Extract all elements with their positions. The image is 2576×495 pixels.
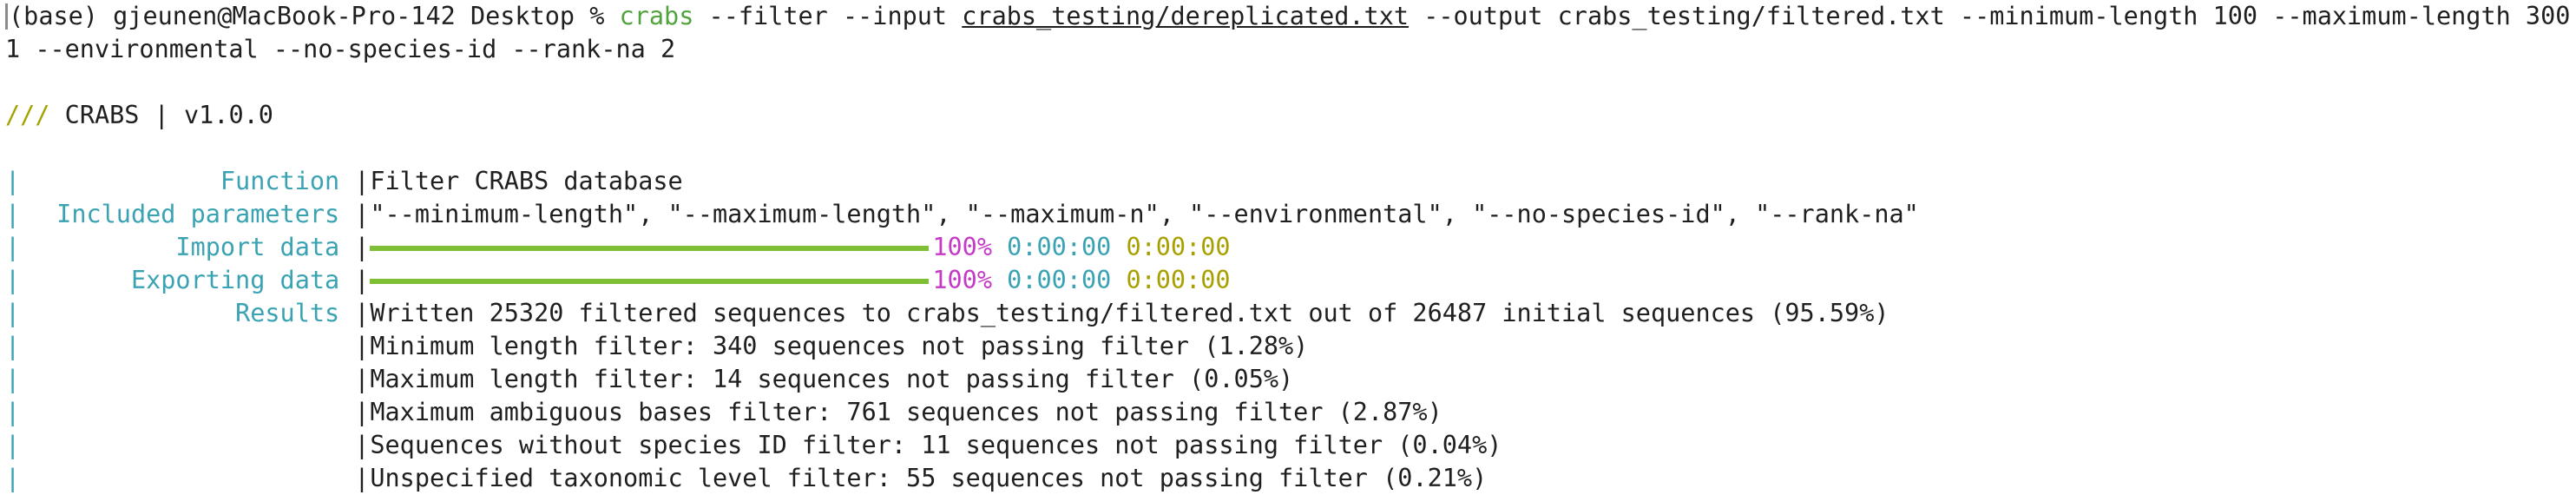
command-args-pre: --filter --input bbox=[708, 2, 948, 30]
import-label: Import data bbox=[175, 233, 340, 261]
row-result-detail: | |Maximum ambiguous bases filter: 761 s… bbox=[5, 396, 2574, 429]
row-marker: | bbox=[5, 431, 21, 459]
row-divider: | bbox=[354, 167, 370, 195]
result-ambiguous-bases: Maximum ambiguous bases filter: 761 sequ… bbox=[370, 398, 1442, 426]
row-divider: | bbox=[354, 299, 370, 327]
banner-separator: | bbox=[154, 101, 169, 129]
export-elapsed: 0:00:00 bbox=[1007, 266, 1112, 294]
row-import: | Import data | 100% 0:00:00 0:00:00 bbox=[5, 231, 2574, 264]
command-name: crabs bbox=[619, 2, 694, 30]
result-summary: Written 25320 filtered sequences to crab… bbox=[370, 299, 1889, 327]
row-divider: | bbox=[354, 431, 370, 459]
params-value: "--minimum-length", "--maximum-length", … bbox=[370, 200, 1919, 228]
row-marker: | bbox=[5, 266, 21, 294]
banner-name: CRABS bbox=[64, 101, 140, 129]
command-line-wrap: 1 --environmental --no-species-id --rank… bbox=[5, 35, 676, 63]
row-marker: | bbox=[5, 200, 21, 228]
row-marker: | bbox=[5, 299, 21, 327]
result-unspecified-rank: Unspecified taxonomic level filter: 55 s… bbox=[370, 464, 1488, 492]
input-file-path[interactable]: crabs_testing/dereplicated.txt bbox=[962, 2, 1409, 30]
prompt-cwd: Desktop bbox=[470, 2, 575, 30]
row-result-detail: | |Minimum length filter: 340 sequences … bbox=[5, 330, 2574, 363]
row-marker: | bbox=[5, 365, 21, 393]
banner-version: v1.0.0 bbox=[183, 101, 273, 129]
banner-slashes: /// bbox=[5, 101, 50, 129]
command-line: (base) gjeunen@MacBook-Pro-142 Desktop %… bbox=[5, 0, 2574, 33]
import-remaining: 0:00:00 bbox=[1126, 233, 1231, 261]
row-marker: | bbox=[5, 464, 21, 492]
row-marker: | bbox=[5, 167, 21, 195]
export-progress-bar bbox=[370, 279, 930, 284]
export-label: Exporting data bbox=[130, 266, 340, 294]
result-no-species-id: Sequences without species ID filter: 11 … bbox=[370, 431, 1502, 459]
row-function: | Function |Filter CRABS database bbox=[5, 165, 2574, 198]
row-divider: | bbox=[354, 233, 370, 261]
row-marker: | bbox=[5, 398, 21, 426]
import-elapsed: 0:00:00 bbox=[1007, 233, 1112, 261]
cursor-marker-icon bbox=[5, 3, 8, 30]
row-result-detail: | |Unspecified taxonomic level filter: 5… bbox=[5, 462, 2574, 495]
row-divider: | bbox=[354, 464, 370, 492]
row-results: | Results |Written 25320 filtered sequenc… bbox=[5, 297, 2574, 330]
row-result-detail: | |Sequences without species ID filter: … bbox=[5, 429, 2574, 462]
result-min-length: Minimum length filter: 340 sequences not… bbox=[370, 332, 1309, 360]
export-remaining: 0:00:00 bbox=[1126, 266, 1231, 294]
row-divider: | bbox=[354, 332, 370, 360]
prompt-symbol: % bbox=[589, 2, 605, 30]
row-parameters: | Included parameters |"--minimum-length"… bbox=[5, 198, 2574, 231]
function-value: Filter CRABS database bbox=[370, 167, 683, 195]
row-result-detail: | |Maximum length filter: 14 sequences n… bbox=[5, 363, 2574, 396]
params-label: Included parameters bbox=[56, 200, 340, 228]
row-export: | Exporting data | 100% 0:00:00 0:00:00 bbox=[5, 264, 2574, 297]
result-max-length: Maximum length filter: 14 sequences not … bbox=[370, 365, 1294, 393]
row-divider: | bbox=[354, 398, 370, 426]
function-label: Function bbox=[220, 167, 340, 195]
prompt-env: (base) bbox=[9, 2, 98, 30]
row-divider: | bbox=[354, 266, 370, 294]
row-divider: | bbox=[354, 200, 370, 228]
prompt-user-host: gjeunen@MacBook-Pro-142 bbox=[113, 2, 456, 30]
terminal-output[interactable]: (base) gjeunen@MacBook-Pro-142 Desktop %… bbox=[5, 0, 2574, 495]
row-divider: | bbox=[354, 365, 370, 393]
row-marker: | bbox=[5, 332, 21, 360]
import-percent: 100% bbox=[932, 233, 992, 261]
import-progress-bar bbox=[370, 246, 930, 251]
command-args-post: --output crabs_testing/filtered.txt --mi… bbox=[1423, 2, 2571, 30]
results-label: Results bbox=[235, 299, 340, 327]
crabs-banner: /// CRABS | v1.0.0 bbox=[5, 99, 2574, 132]
row-marker: | bbox=[5, 233, 21, 261]
export-percent: 100% bbox=[932, 266, 992, 294]
